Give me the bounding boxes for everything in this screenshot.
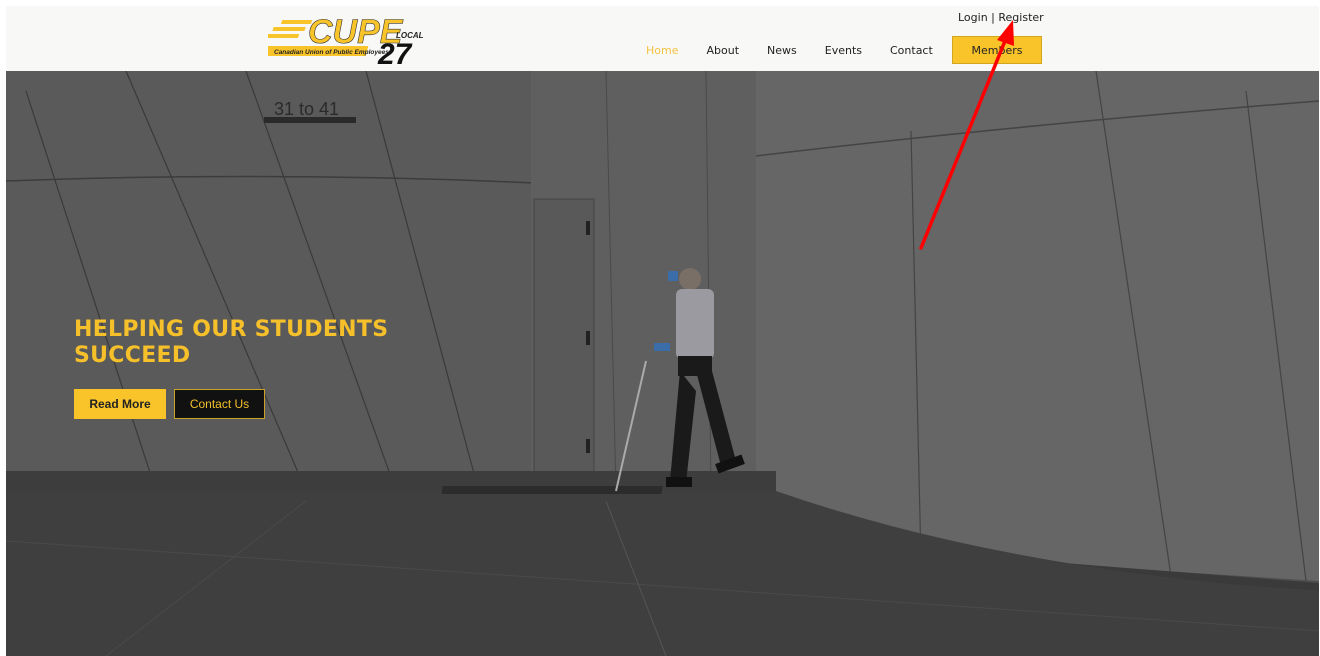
site-header: CUPE LOCAL Canadian Union of Public Empl… [6, 6, 1319, 71]
read-more-button[interactable]: Read More [74, 389, 166, 419]
nav-home[interactable]: Home [646, 44, 678, 57]
auth-separator: | [987, 11, 999, 24]
browser-viewport: CUPE LOCAL Canadian Union of Public Empl… [6, 6, 1319, 656]
nav-about[interactable]: About [706, 44, 739, 57]
register-link[interactable]: Register [998, 11, 1043, 24]
contact-us-button[interactable]: Contact Us [174, 389, 265, 419]
hero-headline: HELPING OUR STUDENTS SUCCEED [74, 317, 389, 368]
nav-contact[interactable]: Contact [890, 44, 933, 57]
auth-links: Login | Register [958, 11, 1044, 24]
wall-sign-text: 31 to 41 [274, 99, 339, 119]
logo-tagline: Canadian Union of Public Employees [274, 49, 389, 56]
main-nav: Home About News Events Contact [646, 36, 961, 64]
login-link[interactable]: Login [958, 11, 988, 24]
members-button[interactable]: Members [952, 36, 1042, 64]
logo-number: 27 [377, 38, 413, 66]
cupe-logo[interactable]: CUPE LOCAL Canadian Union of Public Empl… [268, 10, 426, 66]
nav-events[interactable]: Events [825, 44, 862, 57]
hero-banner: 31 to 41 HELPING OUR STUDENTS SUCCEED Re… [6, 71, 1319, 656]
nav-news[interactable]: News [767, 44, 797, 57]
